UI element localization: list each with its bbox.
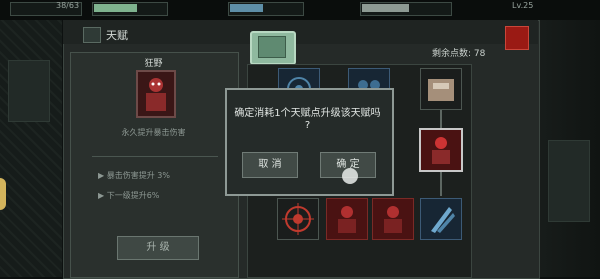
mp-bar-fill: [230, 4, 263, 12]
xp-bar-fill: [362, 4, 409, 12]
cancel-button[interactable]: 取 消: [242, 152, 298, 178]
stat-next-level: ▶ 下一级提升6%: [98, 191, 160, 200]
remaining-points: 剩余点数: 78: [432, 49, 486, 59]
side-drag-handle[interactable]: [0, 178, 6, 210]
stat-crit-damage: ▶ 暴击伤害提升 3%: [98, 171, 170, 180]
dialog-message-line1: 确定消耗1个天赋点升级该天赋吗: [234, 108, 381, 119]
crosshair-icon[interactable]: [277, 198, 319, 240]
bullet-blade-icon[interactable]: [420, 198, 462, 240]
talent-description: 永久提升暴击伤害: [121, 128, 186, 137]
talent-tab-icon: [258, 36, 286, 58]
level-text: Lv.25: [512, 1, 534, 10]
talent-icon: [83, 27, 101, 43]
ammo-crate-icon[interactable]: [420, 68, 462, 110]
panel-title: 天赋: [106, 29, 128, 42]
dialog-message-line2: ?: [304, 120, 311, 131]
touch-cursor: [342, 168, 358, 184]
background-building: [8, 60, 50, 122]
upgrade-button[interactable]: 升 级: [117, 236, 199, 260]
wild-warrior-icon: [136, 70, 176, 118]
hp-bar-fill: [94, 4, 137, 12]
card-divider: [92, 156, 218, 157]
background-building: [548, 140, 590, 222]
tree-connector: [440, 172, 442, 196]
close-icon[interactable]: [505, 26, 529, 50]
panel-title-bar: [63, 20, 538, 44]
background-city-left: [0, 18, 62, 277]
wild-warrior-node[interactable]: [419, 128, 463, 172]
left-stat-text: 38/63: [56, 1, 80, 10]
confirm-dialog: [225, 88, 394, 196]
talent-name: 狂野: [144, 59, 163, 69]
tree-connector: [440, 110, 442, 128]
warrior-red-icon[interactable]: [326, 198, 368, 240]
warrior-red-icon[interactable]: [372, 198, 414, 240]
dialog-message: 确定消耗1个天赋点升级该天赋吗 ?: [228, 108, 387, 132]
